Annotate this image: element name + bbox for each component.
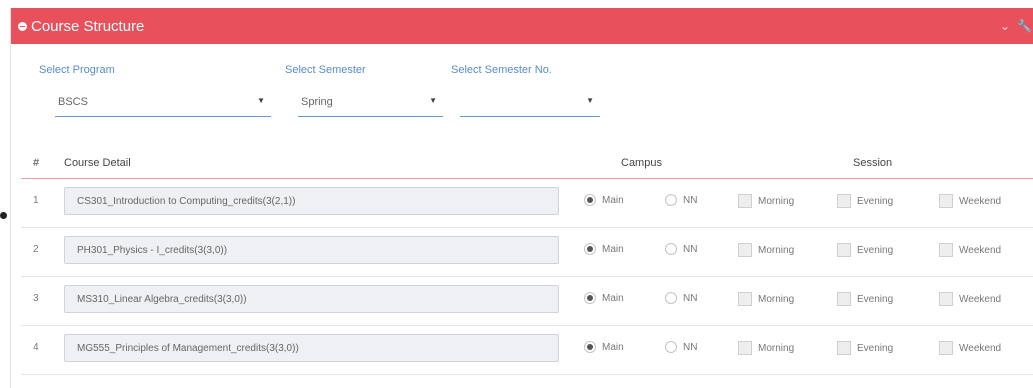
- session-morning-checkbox[interactable]: Morning: [738, 243, 794, 257]
- session-weekend-checkbox[interactable]: Weekend: [939, 243, 1001, 257]
- program-label: Select Program: [39, 64, 115, 76]
- session-weekend-checkbox[interactable]: Weekend: [939, 292, 1001, 306]
- nn-label: NN: [683, 243, 698, 255]
- radio-checked-icon[interactable]: [584, 194, 596, 206]
- session-morning-checkbox[interactable]: Morning: [738, 194, 794, 208]
- program-value: BSCS: [58, 96, 88, 108]
- checkbox-icon[interactable]: [837, 243, 851, 257]
- campus-nn-radio[interactable]: NN: [665, 341, 697, 353]
- semester-label: Select Semester: [285, 64, 366, 76]
- main-label: Main: [602, 341, 624, 353]
- evening-label: Evening: [857, 293, 894, 305]
- course-detail-field: CS301_Introduction to Computing_credits(…: [64, 187, 559, 215]
- index-header: #: [33, 157, 40, 169]
- table-header: # Course Detail Campus Session: [21, 148, 1033, 179]
- radio-checked-icon[interactable]: [584, 292, 596, 304]
- bullet-icon: [0, 212, 7, 219]
- morning-label: Morning: [758, 195, 795, 207]
- panel-tools: ⌄ 🔧 ↻: [1000, 8, 1033, 44]
- radio-icon[interactable]: [665, 292, 677, 304]
- nn-label: NN: [683, 292, 698, 304]
- main-label: Main: [602, 292, 624, 304]
- campus-header: Campus: [621, 157, 662, 169]
- checkbox-icon[interactable]: [939, 292, 953, 306]
- session-evening-checkbox[interactable]: Evening: [837, 341, 893, 355]
- evening-label: Evening: [857, 195, 894, 207]
- radio-icon[interactable]: [665, 341, 677, 353]
- evening-label: Evening: [857, 244, 894, 256]
- table-row: 1 CS301_Introduction to Computing_credit…: [21, 179, 1033, 228]
- main-label: Main: [602, 243, 624, 255]
- checkbox-icon[interactable]: [837, 341, 851, 355]
- evening-label: Evening: [857, 342, 894, 354]
- checkbox-icon[interactable]: [837, 292, 851, 306]
- minus-circle-icon[interactable]: [18, 21, 27, 31]
- table-row: 3 MS310_Linear Algebra_credits(3(3,0)) M…: [21, 277, 1033, 326]
- weekend-label: Weekend: [959, 342, 1002, 354]
- campus-main-radio[interactable]: Main: [584, 292, 624, 304]
- campus-nn-radio[interactable]: NN: [665, 243, 697, 255]
- session-weekend-checkbox[interactable]: Weekend: [939, 194, 1001, 208]
- course-detail-field: MS310_Linear Algebra_credits(3(3,0)): [64, 285, 559, 313]
- morning-label: Morning: [758, 293, 795, 305]
- checkbox-icon[interactable]: [738, 243, 752, 257]
- morning-label: Morning: [758, 244, 795, 256]
- radio-icon[interactable]: [665, 243, 677, 255]
- semester-no-label: Select Semester No.: [451, 64, 552, 76]
- nn-label: NN: [683, 341, 698, 353]
- weekend-label: Weekend: [959, 244, 1002, 256]
- session-evening-checkbox[interactable]: Evening: [837, 292, 893, 306]
- radio-checked-icon[interactable]: [584, 243, 596, 255]
- course-detail-field: MG555_Principles of Management_credits(3…: [64, 334, 559, 362]
- nn-label: NN: [683, 194, 698, 206]
- panel-header: Course Structure ⌄ 🔧 ↻: [11, 8, 1033, 44]
- course-structure-panel: Course Structure ⌄ 🔧 ↻ Select Program BS…: [10, 8, 1033, 388]
- morning-label: Morning: [758, 342, 795, 354]
- campus-main-radio[interactable]: Main: [584, 243, 624, 255]
- checkbox-icon[interactable]: [738, 341, 752, 355]
- course-detail-field: PH301_Physics - I_credits(3(3,0)): [64, 236, 559, 264]
- session-weekend-checkbox[interactable]: Weekend: [939, 341, 1001, 355]
- table-row: 4 MG555_Principles of Management_credits…: [21, 326, 1033, 375]
- caret-down-icon: ▼: [429, 96, 437, 105]
- semester-value: Spring: [301, 96, 333, 108]
- campus-nn-radio[interactable]: NN: [665, 194, 697, 206]
- semester-select[interactable]: Spring ▼: [298, 88, 443, 117]
- semester-no-select[interactable]: ▼: [460, 88, 600, 117]
- checkbox-icon[interactable]: [837, 194, 851, 208]
- session-morning-checkbox[interactable]: Morning: [738, 341, 794, 355]
- row-number: 4: [33, 342, 39, 353]
- checkbox-icon[interactable]: [738, 194, 752, 208]
- radio-checked-icon[interactable]: [584, 341, 596, 353]
- checkbox-icon[interactable]: [939, 243, 953, 257]
- panel-title: Course Structure: [31, 17, 145, 35]
- radio-icon[interactable]: [665, 194, 677, 206]
- campus-main-radio[interactable]: Main: [584, 194, 624, 206]
- session-header: Session: [853, 157, 893, 169]
- session-evening-checkbox[interactable]: Evening: [837, 243, 893, 257]
- campus-main-radio[interactable]: Main: [584, 341, 624, 353]
- program-select[interactable]: BSCS ▼: [55, 88, 271, 117]
- table-row: 2 PH301_Physics - I_credits(3(3,0)) Main…: [21, 228, 1033, 277]
- weekend-label: Weekend: [959, 195, 1002, 207]
- caret-down-icon: ▼: [257, 96, 265, 105]
- checkbox-icon[interactable]: [939, 341, 953, 355]
- checkbox-icon[interactable]: [939, 194, 953, 208]
- chevron-down-icon[interactable]: ⌄: [1000, 19, 1010, 33]
- main-label: Main: [602, 194, 624, 206]
- session-evening-checkbox[interactable]: Evening: [837, 194, 893, 208]
- course-header: Course Detail: [64, 157, 131, 169]
- row-number: 2: [33, 244, 39, 255]
- panel-title-wrap: Course Structure: [18, 8, 144, 44]
- row-number: 3: [33, 293, 39, 304]
- campus-nn-radio[interactable]: NN: [665, 292, 697, 304]
- row-number: 1: [33, 195, 39, 206]
- wrench-icon[interactable]: 🔧: [1017, 19, 1032, 33]
- weekend-label: Weekend: [959, 293, 1002, 305]
- caret-down-icon: ▼: [586, 96, 594, 105]
- checkbox-icon[interactable]: [738, 292, 752, 306]
- session-morning-checkbox[interactable]: Morning: [738, 292, 794, 306]
